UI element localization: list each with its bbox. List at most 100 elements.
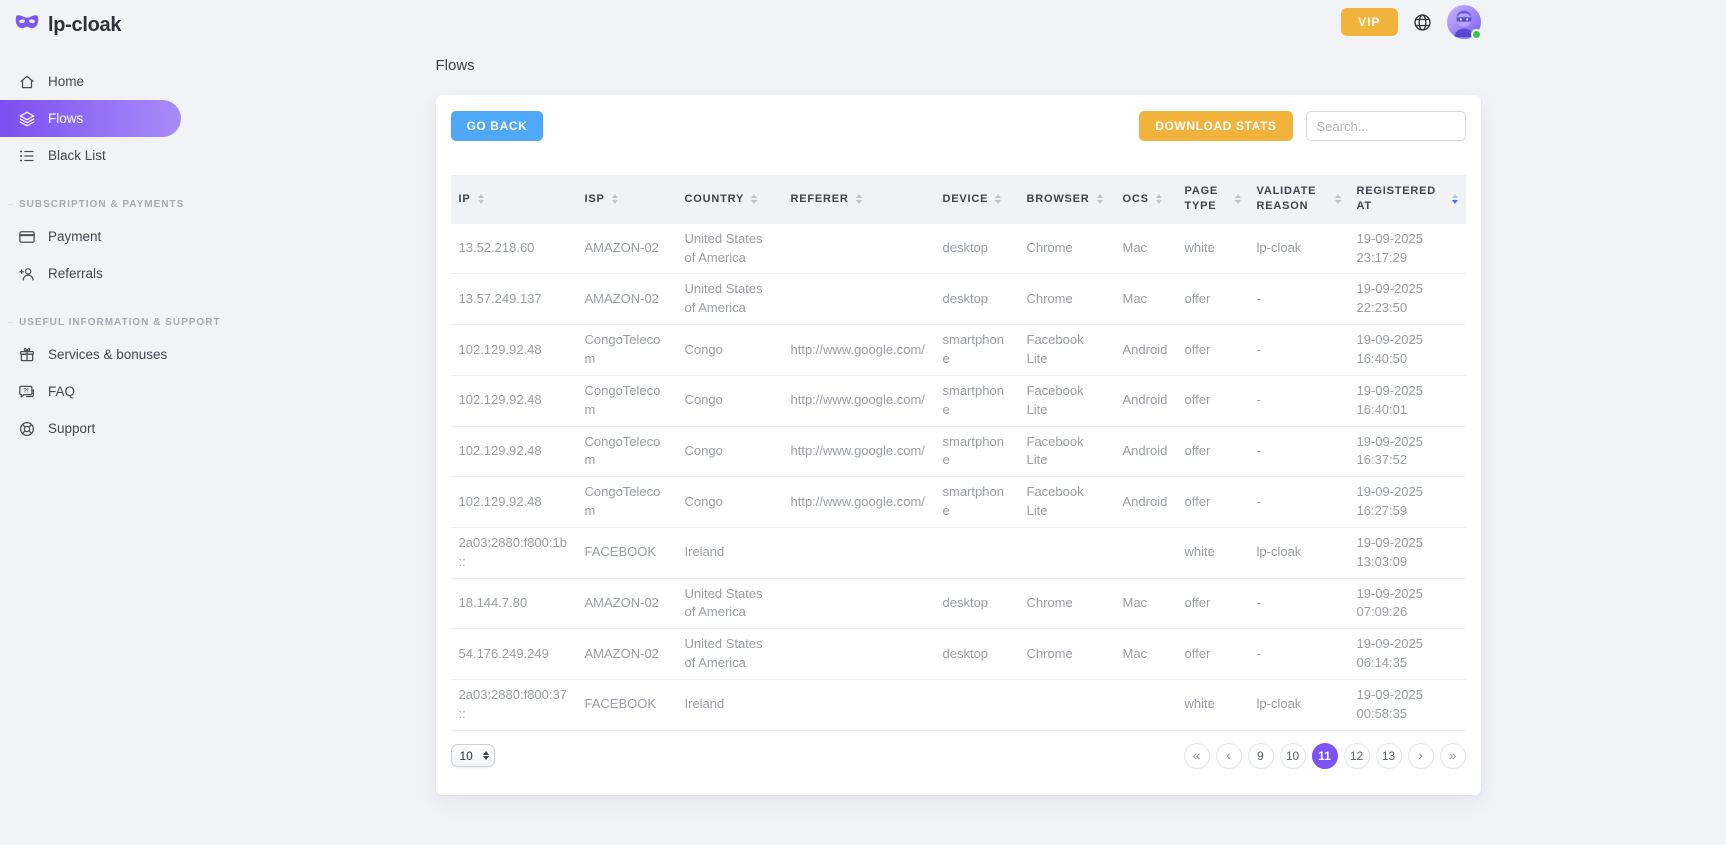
cell-isp: CongoTelecom bbox=[577, 477, 677, 528]
cell-page-type: offer bbox=[1177, 375, 1249, 426]
column-header-browser[interactable]: BROWSER bbox=[1019, 175, 1115, 224]
cell-browser: Chrome bbox=[1019, 274, 1115, 325]
flows-icon bbox=[18, 110, 36, 128]
cell-device: smartphone bbox=[935, 375, 1019, 426]
cell-registered-at: 19-09-2025 16:40:50 bbox=[1349, 325, 1466, 376]
page-9-button[interactable]: 9 bbox=[1248, 743, 1274, 769]
next-page-button[interactable]: › bbox=[1408, 743, 1434, 769]
cell-registered-at: 19-09-2025 00:58:35 bbox=[1349, 679, 1466, 730]
brand-name: lp-cloak bbox=[48, 14, 121, 37]
page-11-active-button[interactable]: 11 bbox=[1312, 743, 1338, 769]
sidebar-item-services-bonuses[interactable]: Services & bonuses bbox=[0, 336, 190, 373]
page-size-select[interactable]: 10 bbox=[451, 744, 495, 767]
cell-page-type: white bbox=[1177, 527, 1249, 578]
user-avatar[interactable] bbox=[1447, 5, 1481, 39]
cell-ip: 18.144.7.80 bbox=[451, 578, 577, 629]
cell-country: Congo bbox=[677, 325, 783, 376]
cell-validate-reason: - bbox=[1249, 375, 1349, 426]
cell-referer bbox=[783, 629, 935, 680]
sort-arrows-icon bbox=[1097, 194, 1103, 204]
go-back-button[interactable]: GO BACK bbox=[451, 111, 544, 141]
sidebar-item-referrals[interactable]: Referrals bbox=[0, 255, 190, 292]
column-header-referer[interactable]: REFERER bbox=[783, 175, 935, 224]
sidebar-item-payment[interactable]: Payment bbox=[0, 218, 190, 255]
topbar: VIP bbox=[436, 5, 1481, 39]
cell-page-type: offer bbox=[1177, 477, 1249, 528]
page-13-button[interactable]: 13 bbox=[1376, 743, 1402, 769]
cell-isp: FACEBOOK bbox=[577, 527, 677, 578]
cell-isp: CongoTelecom bbox=[577, 325, 677, 376]
cell-device: desktop bbox=[935, 274, 1019, 325]
cell-ip: 13.52.218.60 bbox=[451, 224, 577, 274]
cell-country: Ireland bbox=[677, 679, 783, 730]
table-footer: 10 «‹910111213›» bbox=[451, 743, 1466, 769]
cell-ip: 102.129.92.48 bbox=[451, 375, 577, 426]
column-header-validate-reason[interactable]: VALIDATE REASON bbox=[1249, 175, 1349, 224]
cell-referer bbox=[783, 527, 935, 578]
cell-ocs: Mac bbox=[1115, 629, 1177, 680]
cell-ocs: Android bbox=[1115, 375, 1177, 426]
cell-isp: AMAZON-02 bbox=[577, 629, 677, 680]
cell-validate-reason: lp-cloak bbox=[1249, 679, 1349, 730]
page-12-button[interactable]: 12 bbox=[1344, 743, 1370, 769]
flows-table: IPISPCOUNTRYREFERERDEVICEBROWSEROCSPAGE … bbox=[451, 175, 1466, 731]
cell-device: smartphone bbox=[935, 426, 1019, 477]
sidebar-item-label: Services & bonuses bbox=[48, 347, 167, 362]
download-stats-button[interactable]: DOWNLOAD STATS bbox=[1139, 111, 1292, 141]
cell-ocs: Mac bbox=[1115, 224, 1177, 274]
prev-page-button[interactable]: ‹ bbox=[1216, 743, 1242, 769]
sidebar-item-home[interactable]: Home bbox=[0, 63, 190, 100]
sidebar-item-label: Black List bbox=[48, 148, 106, 163]
page-10-button[interactable]: 10 bbox=[1280, 743, 1306, 769]
cell-ip: 2a03:2880:f800:1b:: bbox=[451, 527, 577, 578]
horizontal-scrollbar[interactable] bbox=[0, 845, 1726, 850]
search-input[interactable] bbox=[1306, 111, 1466, 141]
cell-ip: 102.129.92.48 bbox=[451, 477, 577, 528]
first-page-button[interactable]: « bbox=[1184, 743, 1210, 769]
sidebar-item-black-list[interactable]: Black List bbox=[0, 137, 190, 174]
cell-country: United States of America bbox=[677, 578, 783, 629]
column-header-page-type[interactable]: PAGE TYPE bbox=[1177, 175, 1249, 224]
globe-icon[interactable] bbox=[1412, 12, 1433, 33]
column-header-ocs[interactable]: OCS bbox=[1115, 175, 1177, 224]
cell-ip: 2a03:2880:f800:37:: bbox=[451, 679, 577, 730]
cell-validate-reason: - bbox=[1249, 274, 1349, 325]
last-page-button[interactable]: » bbox=[1440, 743, 1466, 769]
mask-logo-icon bbox=[14, 12, 40, 39]
cell-registered-at: 19-09-2025 16:40:01 bbox=[1349, 375, 1466, 426]
cell-isp: CongoTelecom bbox=[577, 375, 677, 426]
sidebar-item-label: Support bbox=[48, 421, 95, 436]
cell-browser: Facebook Lite bbox=[1019, 426, 1115, 477]
sidebar-item-flows[interactable]: Flows bbox=[0, 100, 181, 137]
column-header-ip[interactable]: IP bbox=[451, 175, 577, 224]
cell-country: United States of America bbox=[677, 224, 783, 274]
cell-ocs bbox=[1115, 679, 1177, 730]
sidebar-item-faq[interactable]: ?!FAQ bbox=[0, 373, 190, 410]
gift-icon bbox=[18, 346, 36, 364]
sidebar-item-label: Home bbox=[48, 74, 84, 89]
column-header-isp[interactable]: ISP bbox=[577, 175, 677, 224]
column-header-country[interactable]: COUNTRY bbox=[677, 175, 783, 224]
sidebar-item-support[interactable]: Support bbox=[0, 410, 190, 447]
sidebar-menu: HomeFlowsBlack ListSUBSCRIPTION & PAYMEN… bbox=[0, 63, 190, 447]
brand-logo[interactable]: lp-cloak bbox=[0, 0, 190, 49]
cell-referer: http://www.google.com/ bbox=[783, 375, 935, 426]
table-row: 2a03:2880:f800:37::FACEBOOKIrelandwhitel… bbox=[451, 679, 1466, 730]
cell-isp: CongoTelecom bbox=[577, 426, 677, 477]
vip-button[interactable]: VIP bbox=[1341, 8, 1397, 36]
cell-country: Congo bbox=[677, 426, 783, 477]
cell-device bbox=[935, 527, 1019, 578]
cell-referer bbox=[783, 224, 935, 274]
column-header-device[interactable]: DEVICE bbox=[935, 175, 1019, 224]
cell-page-type: offer bbox=[1177, 426, 1249, 477]
page-title: Flows bbox=[436, 57, 1481, 74]
cell-country: Congo bbox=[677, 477, 783, 528]
cell-page-type: white bbox=[1177, 679, 1249, 730]
cell-ocs: Android bbox=[1115, 426, 1177, 477]
cell-registered-at: 19-09-2025 06:14:35 bbox=[1349, 629, 1466, 680]
column-header-registered-at[interactable]: REGISTERED AT bbox=[1349, 175, 1466, 224]
pagination: «‹910111213›» bbox=[1184, 743, 1466, 769]
cell-device: smartphone bbox=[935, 325, 1019, 376]
cell-ip: 54.176.249.249 bbox=[451, 629, 577, 680]
cell-country: United States of America bbox=[677, 274, 783, 325]
